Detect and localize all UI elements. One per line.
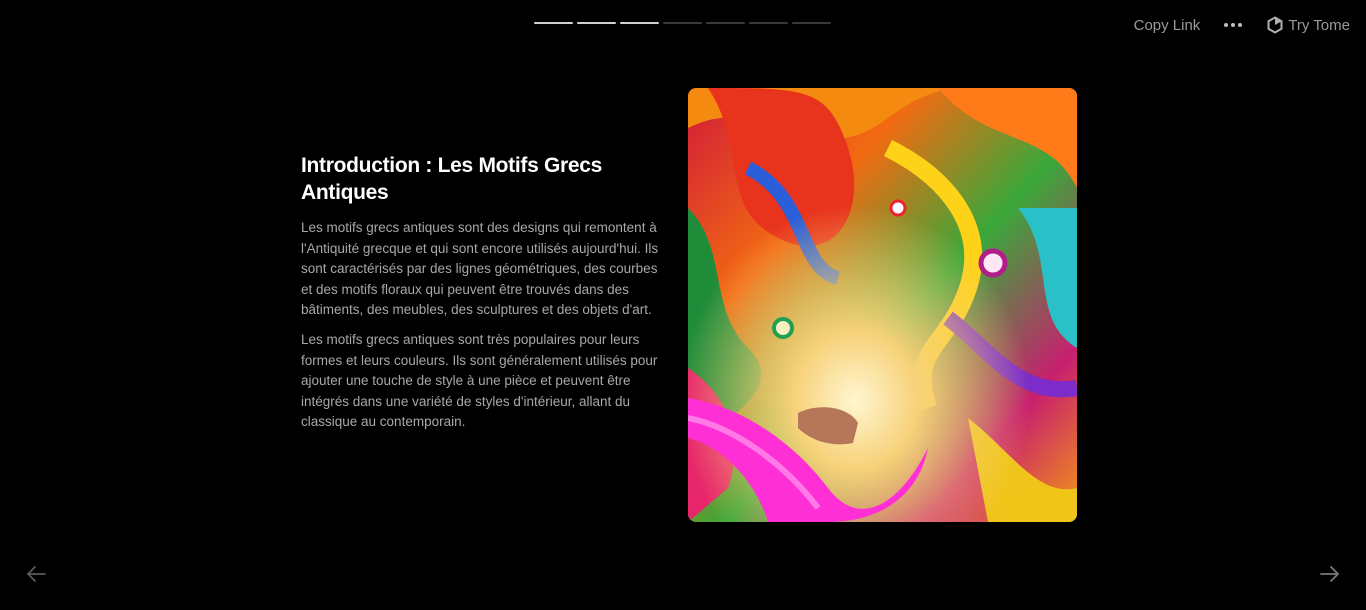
slide-paragraph-1: Les motifs grecs antiques sont des desig… xyxy=(301,220,659,318)
slide-artwork-image xyxy=(688,88,1077,522)
progress-segment-1[interactable] xyxy=(534,22,573,24)
arrow-right-icon xyxy=(1320,566,1339,582)
progress-segment-7[interactable] xyxy=(792,22,831,24)
dot xyxy=(1224,23,1229,27)
slide-paragraph-2: Les motifs grecs antiques sont très popu… xyxy=(301,331,658,430)
progress-segment-4[interactable] xyxy=(663,22,702,24)
arrow-left-icon xyxy=(27,566,46,582)
progress-segment-3[interactable] xyxy=(620,22,659,24)
more-dots-icon[interactable] xyxy=(1224,15,1243,35)
tome-logo-icon xyxy=(1267,16,1283,34)
progress-segment-5[interactable] xyxy=(706,22,745,24)
slide-progress-bar xyxy=(534,22,831,24)
slide-title: Introduction : Les Motifs Grecs Antiques xyxy=(301,154,603,204)
presentation-page: Copy Link Try Tome Introduction : Les Mo… xyxy=(0,0,1366,610)
dot xyxy=(1238,23,1243,27)
slide-text-column: Introduction : Les Motifs Grecs Antiques… xyxy=(301,152,661,442)
previous-slide-button[interactable] xyxy=(24,562,48,586)
try-tome-label: Try Tome xyxy=(1288,16,1350,34)
progress-segment-6[interactable] xyxy=(749,22,788,24)
try-tome-button[interactable]: Try Tome xyxy=(1266,16,1350,34)
progress-segment-2[interactable] xyxy=(577,22,616,24)
dot xyxy=(1231,23,1236,27)
next-slide-button[interactable] xyxy=(1318,562,1342,586)
top-actions: Copy Link Try Tome xyxy=(1134,14,1350,36)
copy-link-button[interactable]: Copy Link xyxy=(1134,17,1201,34)
